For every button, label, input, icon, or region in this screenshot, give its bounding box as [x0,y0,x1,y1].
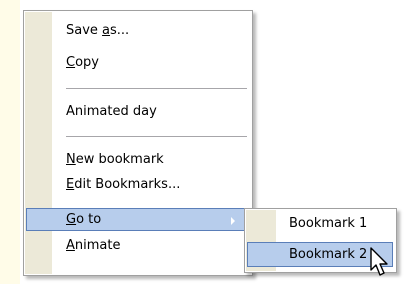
context-menu: Save as... Copy Animated day New bookmar… [23,10,253,276]
menu-separator [66,88,247,89]
menu-item-animated-day[interactable]: Animated day [66,100,157,123]
menu-item-animate[interactable]: Animate [66,234,120,257]
menu-item-label: Save as... [66,23,130,38]
menu-item-label: New bookmark [66,152,164,167]
menu-item-new-bookmark[interactable]: New bookmark [66,148,164,171]
menu-separator [66,136,247,137]
menu-item-label: Animated day [66,104,157,119]
menu-icon-gutter [25,12,52,274]
menu-item-label: Go to [66,212,102,227]
chevron-right-icon [231,217,235,225]
background-strip [0,0,20,284]
submenu-item-label: Bookmark 2 [289,247,368,262]
menu-item-go-to[interactable]: Go to [26,208,250,231]
menu-item-save-as[interactable]: Save as... [66,19,129,42]
menu-item-copy[interactable]: Copy [66,51,99,74]
menu-item-edit-bookmarks[interactable]: Edit Bookmarks... [66,173,180,196]
arrow-cursor-icon [370,247,388,276]
submenu-item-label: Bookmark 1 [289,216,368,231]
menu-item-label: Copy [66,55,99,70]
submenu-item-bookmark-1[interactable]: Bookmark 1 [289,212,367,236]
menu-item-label: Animate [66,238,121,253]
menu-item-label: Edit Bookmarks... [66,177,181,192]
